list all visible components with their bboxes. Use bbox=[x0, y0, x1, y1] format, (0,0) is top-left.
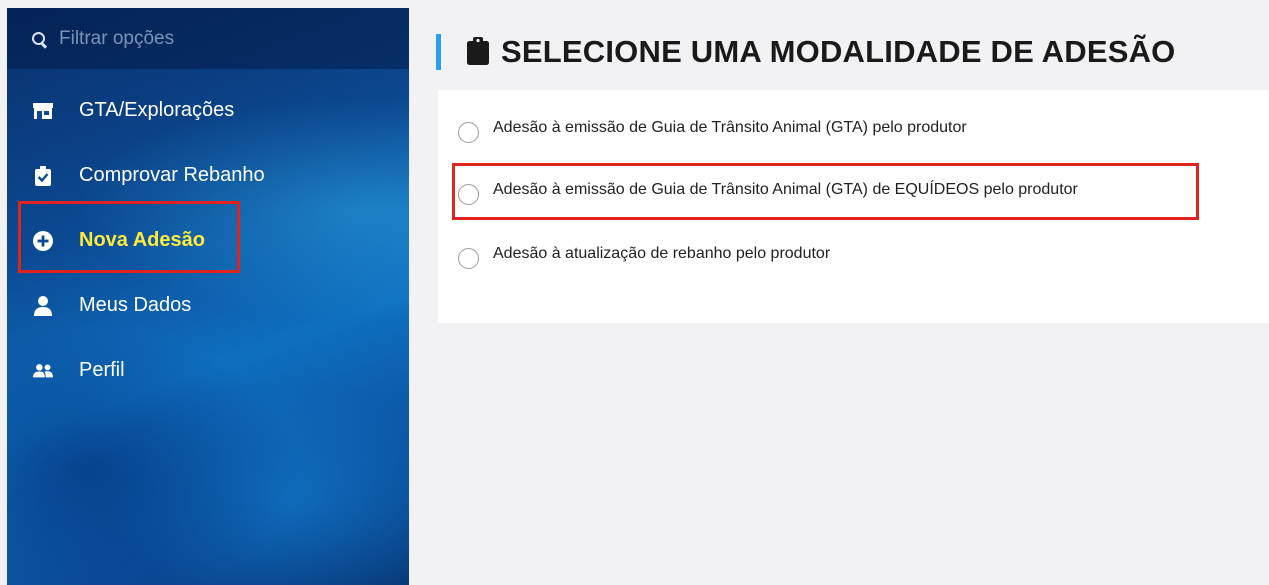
sidebar-item-comprovar-rebanho[interactable]: Comprovar Rebanho bbox=[7, 143, 409, 208]
sidebar-item-nova-adesao[interactable]: Nova Adesão bbox=[7, 208, 409, 273]
sidebar-item-label: GTA/Explorações bbox=[79, 99, 235, 121]
option-gta-produtor[interactable]: Adesão à emissão de Guia de Trânsito Ani… bbox=[458, 112, 967, 143]
sidebar-item-perfil[interactable]: Perfil bbox=[7, 338, 409, 403]
radio-button[interactable] bbox=[458, 184, 479, 205]
sidebar-item-label: Meus Dados bbox=[79, 294, 192, 316]
option-label: Adesão à emissão de Guia de Trânsito Ani… bbox=[493, 180, 1078, 198]
sidebar-menu: GTA/Explorações Comprovar Rebanho Nova A… bbox=[7, 78, 409, 403]
sidebar-item-label: Perfil bbox=[79, 359, 125, 381]
sidebar-item-meus-dados[interactable]: Meus Dados bbox=[7, 273, 409, 338]
store-icon bbox=[33, 101, 53, 121]
page-title-text: SELECIONE UMA MODALIDADE DE ADESÃO bbox=[501, 34, 1176, 69]
main-content: SELECIONE UMA MODALIDADE DE ADESÃO Adesã… bbox=[409, 0, 1269, 585]
page-title: SELECIONE UMA MODALIDADE DE ADESÃO bbox=[467, 34, 1175, 70]
plus-circle-icon bbox=[33, 230, 53, 251]
options-card: Adesão à emissão de Guia de Trânsito Ani… bbox=[438, 90, 1269, 323]
title-accent-bar bbox=[436, 34, 441, 70]
radio-button[interactable] bbox=[458, 248, 479, 269]
sidebar: GTA/Explorações Comprovar Rebanho No bbox=[7, 8, 409, 585]
clipboard-check-icon bbox=[33, 165, 53, 186]
users-icon bbox=[33, 361, 53, 381]
radio-button[interactable] bbox=[458, 122, 479, 143]
search-box bbox=[7, 8, 409, 69]
option-label: Adesão à atualização de rebanho pelo pro… bbox=[493, 244, 831, 262]
option-gta-equideos[interactable]: Adesão à emissão de Guia de Trânsito Ani… bbox=[458, 174, 1078, 205]
sidebar-item-label: Nova Adesão bbox=[79, 229, 205, 251]
option-label: Adesão à emissão de Guia de Trânsito Ani… bbox=[493, 118, 967, 136]
clipboard-icon bbox=[467, 37, 491, 67]
search-input[interactable] bbox=[59, 27, 389, 50]
sidebar-item-label: Comprovar Rebanho bbox=[79, 164, 265, 186]
sidebar-item-gta-exploracoes[interactable]: GTA/Explorações bbox=[7, 78, 409, 143]
option-atualizacao-rebanho[interactable]: Adesão à atualização de rebanho pelo pro… bbox=[458, 238, 830, 269]
user-icon bbox=[33, 295, 53, 316]
search-icon bbox=[31, 31, 47, 47]
